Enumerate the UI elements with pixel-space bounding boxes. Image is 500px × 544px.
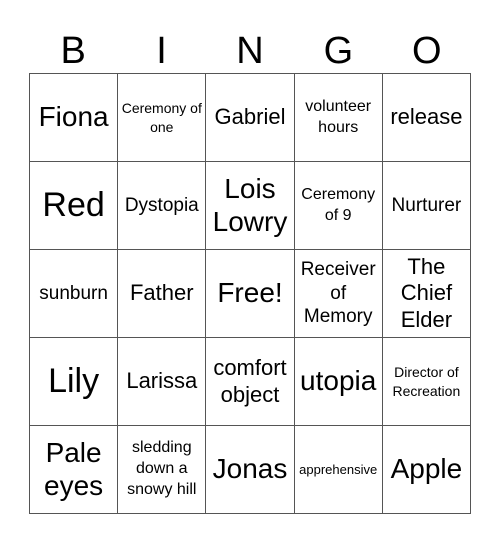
bingo-cell[interactable]: Lois Lowry	[206, 162, 295, 250]
bingo-cell[interactable]: utopia	[294, 338, 383, 426]
bingo-cell[interactable]: The Chief Elder	[382, 250, 471, 338]
header-letter-o: O	[411, 30, 442, 72]
bingo-cell[interactable]: Gabriel	[206, 74, 295, 162]
bingo-grid: Fiona Ceremony of one Gabriel volunteer …	[29, 73, 471, 514]
bingo-cell[interactable]: Fiona	[30, 74, 119, 162]
bingo-cell[interactable]: volunteer hours	[294, 74, 383, 162]
bingo-cell[interactable]: Ceremony of one	[118, 74, 207, 162]
bingo-header: B I N G O	[29, 28, 471, 74]
bingo-cell[interactable]: Pale eyes	[30, 426, 119, 514]
bingo-cell[interactable]: apprehensive	[294, 426, 383, 514]
bingo-cell[interactable]: Larissa	[118, 338, 207, 426]
bingo-cell[interactable]: sledding down a snowy hill	[118, 426, 207, 514]
bingo-cell[interactable]: Director of Recreation	[382, 338, 471, 426]
bingo-cell[interactable]: Jonas	[206, 426, 295, 514]
bingo-cell[interactable]: release	[382, 74, 471, 162]
bingo-cell[interactable]: Apple	[382, 426, 471, 514]
bingo-cell[interactable]: sunburn	[30, 250, 119, 338]
bingo-cell[interactable]: Receiver of Memory	[294, 250, 383, 338]
bingo-cell[interactable]: comfort object	[206, 338, 295, 426]
bingo-cell[interactable]: Red	[30, 162, 119, 250]
bingo-cell[interactable]: Father	[118, 250, 207, 338]
bingo-cell[interactable]: Ceremony of 9	[294, 162, 383, 250]
header-letter-b: B	[60, 30, 86, 72]
bingo-cell[interactable]: Nurturer	[382, 162, 471, 250]
bingo-cell[interactable]: Lily	[30, 338, 119, 426]
header-letter-n: N	[236, 30, 264, 72]
bingo-cell[interactable]: Dystopia	[118, 162, 207, 250]
header-letter-i: I	[156, 30, 167, 72]
bingo-cell-free[interactable]: Free!	[206, 250, 295, 338]
header-letter-g: G	[323, 30, 354, 72]
